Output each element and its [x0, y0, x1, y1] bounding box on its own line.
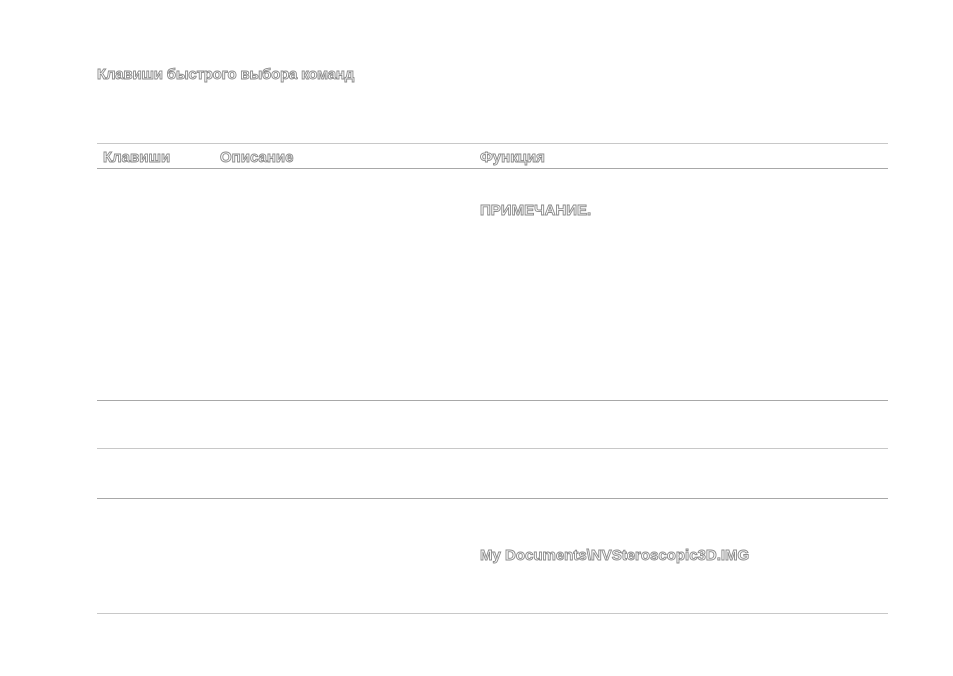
header-function: Функция [480, 149, 546, 167]
row-divider-1 [97, 400, 888, 401]
row-divider-2 [97, 448, 888, 449]
table-bottom-border [97, 613, 888, 614]
file-path-text: My Documents\NVSteroscopic3D.IMG [480, 547, 750, 565]
header-keys: Клавиши [103, 149, 171, 167]
row-divider-3 [97, 498, 888, 499]
table-top-border [97, 143, 888, 144]
shortcut-keys-table: Клавиши Описание Функция ПРИМЕЧАНИЕ. My … [97, 143, 888, 614]
header-description: Описание [220, 149, 294, 167]
document-title: Клавиши быстрого выбора команд [97, 66, 355, 84]
note-label: ПРИМЕЧАНИЕ. [480, 202, 592, 220]
header-divider [97, 168, 888, 169]
